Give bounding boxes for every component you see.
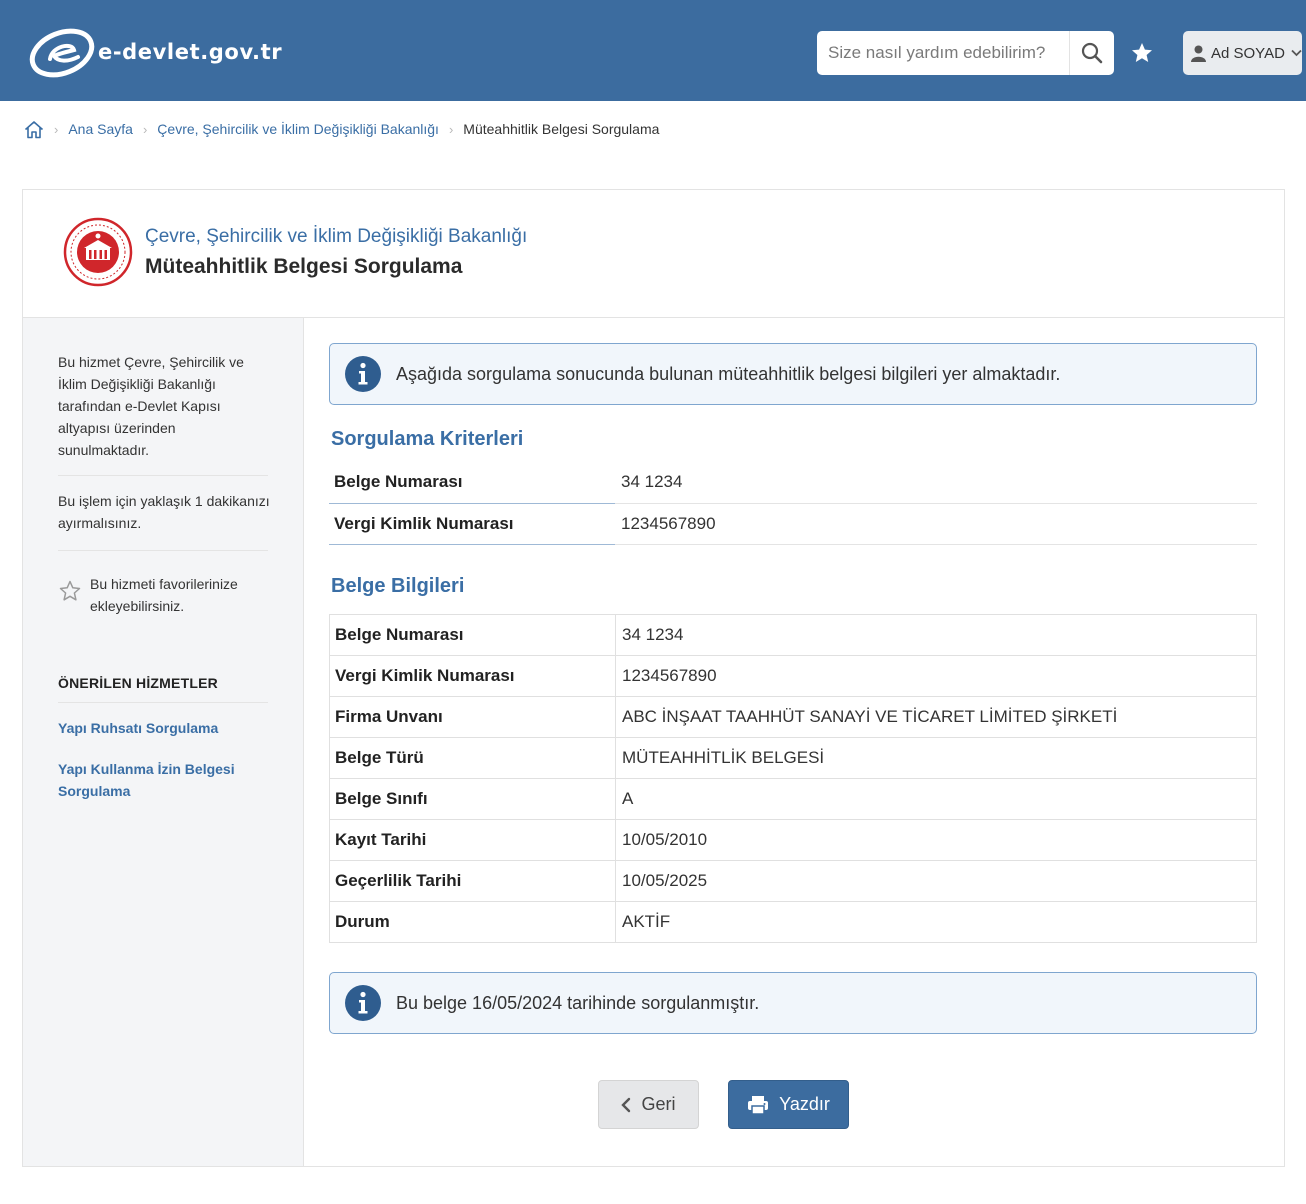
info-alert-text: Aşağıda sorgulama sonucunda bulunan müte… — [396, 363, 1061, 384]
row-value: 10/05/2010 — [615, 819, 1257, 861]
row-label: Durum — [329, 901, 616, 943]
search-button[interactable] — [1069, 31, 1114, 75]
divider — [58, 702, 268, 703]
certificate-table: Belge Numarası 34 1234 Vergi Kimlik Numa… — [329, 614, 1257, 943]
printer-icon — [748, 1095, 769, 1115]
recommended-link-building-permit[interactable]: Yapı Ruhsatı Sorgulama — [58, 717, 218, 739]
breadcrumb-current: Müteahhitlik Belgesi Sorgulama — [463, 121, 660, 137]
row-value: 1234567890 — [615, 655, 1257, 697]
breadcrumb-ministry-link[interactable]: Çevre, Şehircilik ve İklim Değişikliği B… — [157, 121, 439, 137]
row-label: Vergi Kimlik Numarası — [329, 655, 616, 697]
link-line: Yapı Kullanma İzin Belgesi — [58, 761, 235, 777]
service-card: Çevre, Şehircilik ve İklim Değişikliği B… — [22, 189, 1285, 1167]
table-row: Belge Numarası 34 1234 — [329, 614, 1257, 656]
row-label: Geçerlilik Tarihi — [329, 860, 616, 902]
duration-line: ayırmalısınız. — [58, 515, 142, 531]
row-value: ABC İNŞAAT TAAHHÜT SANAYİ VE TİCARET LİM… — [615, 696, 1257, 738]
divider — [58, 550, 268, 551]
info-line: İklim Değişikliği Bakanlığı — [58, 376, 216, 392]
back-button[interactable]: Geri — [598, 1080, 699, 1129]
ministry-name: Çevre, Şehircilik ve İklim Değişikliği B… — [145, 226, 528, 247]
table-row: Durum AKTİF — [329, 901, 1257, 943]
print-button[interactable]: Yazdır — [728, 1080, 849, 1129]
row-value: AKTİF — [615, 901, 1257, 943]
link-line: Yapı Ruhsatı Sorgulama — [58, 720, 219, 736]
recommended-link-occupancy-permit[interactable]: Yapı Kullanma İzin Belgesi Sorgulama — [58, 758, 235, 802]
breadcrumb: › Ana Sayfa › Çevre, Şehircilik ve İklim… — [24, 117, 659, 141]
home-icon[interactable] — [24, 120, 44, 139]
service-header: Çevre, Şehircilik ve İklim Değişikliği B… — [23, 190, 1284, 318]
divider — [58, 475, 268, 476]
user-menu-button[interactable]: Ad SOYAD — [1183, 31, 1302, 75]
info-line: Bu hizmet Çevre, Şehircilik ve — [58, 354, 244, 370]
star-outline-icon — [59, 580, 81, 601]
print-button-label: Yazdır — [779, 1094, 830, 1114]
service-provider-info: Bu hizmet Çevre, Şehircilik ve İklim Değ… — [58, 351, 244, 461]
info-alert-top: Aşağıda sorgulama sonucunda bulunan müte… — [329, 343, 1257, 405]
row-label: Belge Türü — [329, 737, 616, 779]
duration-line: Bu işlem için yaklaşık 1 dakikanızı — [58, 493, 270, 509]
row-value: 10/05/2025 — [615, 860, 1257, 902]
info-alert-bottom: Bu belge 16/05/2024 tarihinde sorgulanmı… — [329, 972, 1257, 1034]
row-value: 1234567890 — [615, 503, 1257, 545]
info-icon — [345, 985, 381, 1021]
search-icon — [1081, 42, 1103, 64]
row-label: Belge Numarası — [329, 614, 616, 656]
duration-info: Bu işlem için yaklaşık 1 dakikanızı ayır… — [58, 490, 270, 534]
row-value: A — [615, 778, 1257, 820]
favorite-line: ekleyebilirsiniz. — [90, 598, 185, 614]
page-title: Müteahhitlik Belgesi Sorgulama — [145, 255, 463, 278]
row-label: Belge Sınıfı — [329, 778, 616, 820]
back-button-label: Geri — [641, 1094, 676, 1114]
table-row: Geçerlilik Tarihi 10/05/2025 — [329, 860, 1257, 902]
table-row: Vergi Kimlik Numarası 1234567890 — [329, 655, 1257, 697]
breadcrumb-separator: › — [448, 121, 454, 137]
breadcrumb-separator: › — [142, 121, 148, 137]
query-date-text: Bu belge 16/05/2024 tarihinde sorgulanmı… — [396, 992, 760, 1013]
row-label: Belge Numarası — [329, 462, 615, 504]
info-line: sunulmaktadır. — [58, 442, 150, 458]
row-value: 34 1234 — [615, 614, 1257, 656]
top-header: e-devlet.gov.tr Ad SOYAD — [0, 0, 1306, 101]
breadcrumb-home-link[interactable]: Ana Sayfa — [68, 121, 133, 137]
row-value: MÜTEAHHİTLİK BELGESİ — [615, 737, 1257, 779]
logo-text[interactable]: e-devlet.gov.tr — [98, 40, 282, 64]
search-box — [817, 31, 1114, 75]
row-label: Firma Unvanı — [329, 696, 616, 738]
table-row: Belge Sınıfı A — [329, 778, 1257, 820]
search-input[interactable] — [817, 31, 1067, 75]
favorite-line: Bu hizmeti favorilerinize — [90, 576, 238, 592]
row-label: Kayıt Tarihi — [329, 819, 616, 861]
table-row: Firma Unvanı ABC İNŞAAT TAAHHÜT SANAYİ V… — [329, 696, 1257, 738]
table-row: Vergi Kimlik Numarası 1234567890 — [329, 503, 1257, 545]
chevron-down-icon — [1291, 49, 1302, 57]
recommended-heading: ÖNERİLEN HİZMETLER — [58, 675, 218, 691]
breadcrumb-separator: › — [54, 121, 59, 137]
sidebar: Bu hizmet Çevre, Şehircilik ve İklim Değ… — [23, 318, 304, 1166]
row-value: 34 1234 — [615, 462, 1257, 504]
ministry-seal — [63, 217, 133, 287]
row-label: Vergi Kimlik Numarası — [329, 503, 615, 545]
table-row: Belge Numarası 34 1234 — [329, 462, 1257, 504]
add-favorite-text: Bu hizmeti favorilerinize ekleyebilirsin… — [90, 573, 250, 617]
criteria-table: Belge Numarası 34 1234 Vergi Kimlik Numa… — [329, 462, 1257, 545]
info-line: tarafından e-Devlet Kapısı — [58, 398, 221, 414]
table-row: Kayıt Tarihi 10/05/2010 — [329, 819, 1257, 861]
certificate-title: Belge Bilgileri — [331, 575, 465, 597]
info-icon — [345, 356, 381, 392]
link-line: Sorgulama — [58, 783, 131, 799]
table-row: Belge Türü MÜTEAHHİTLİK BELGESİ — [329, 737, 1257, 779]
user-icon — [1191, 45, 1206, 62]
chevron-left-icon — [621, 1097, 631, 1112]
criteria-title: Sorgulama Kriterleri — [331, 428, 524, 450]
user-name: Ad SOYAD — [1211, 44, 1285, 62]
add-favorite[interactable]: Bu hizmeti favorilerinize ekleyebilirsin… — [58, 573, 250, 617]
info-line: altyapısı üzerinden — [58, 420, 176, 436]
star-icon[interactable] — [1130, 41, 1154, 65]
